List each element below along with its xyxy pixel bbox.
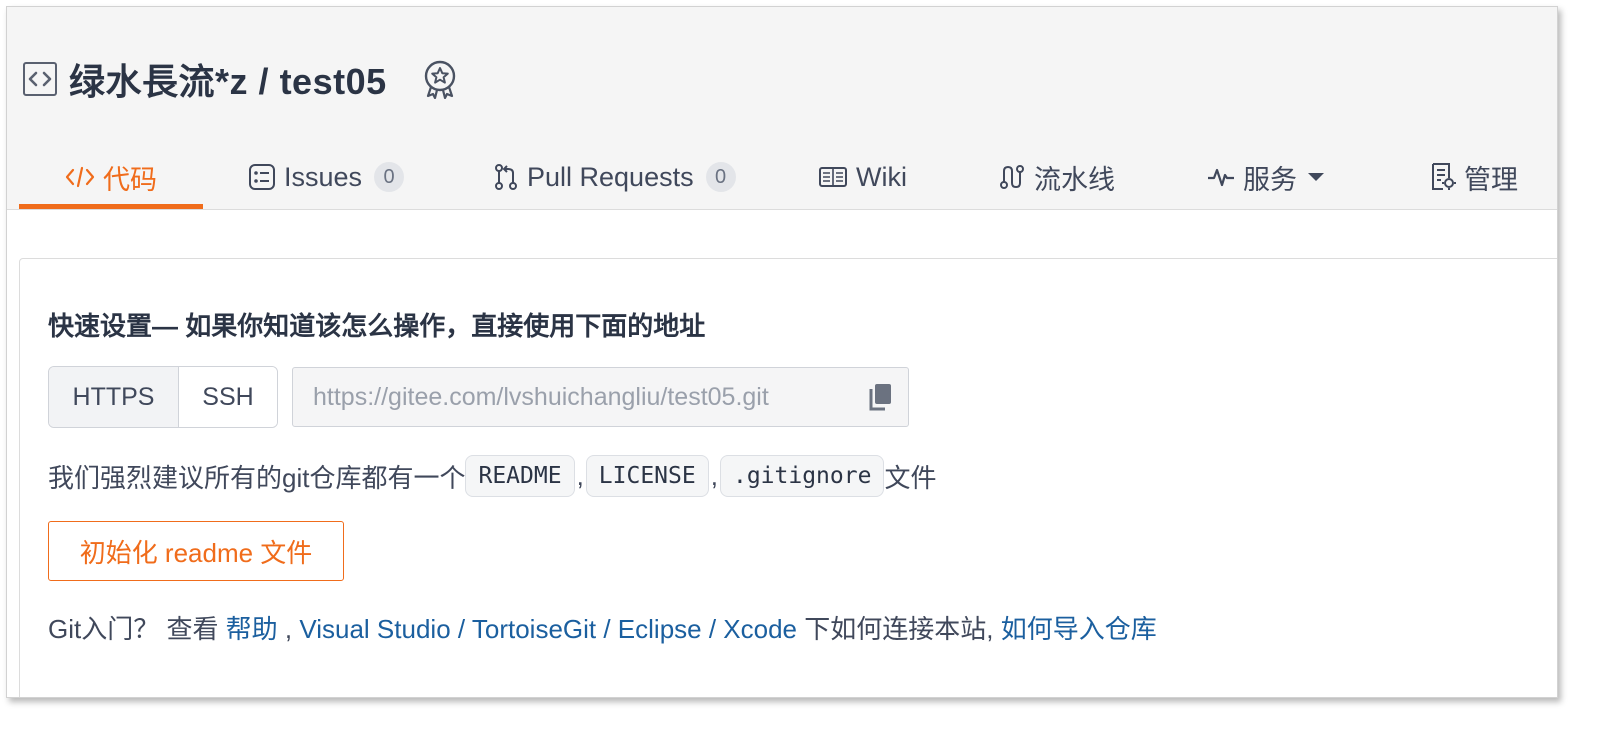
- quick-setup-panel: 快速设置— 如果你知道该怎么操作，直接使用下面的地址 HTTPS SSH htt…: [19, 258, 1557, 697]
- repo-page: 绿水長流*z / test05 代码 Issues 0 Pull Request…: [6, 6, 1558, 698]
- slash-separator: /: [596, 614, 618, 644]
- repo-title: 绿水長流*z / test05: [23, 55, 459, 103]
- repo-separator: /: [258, 61, 270, 102]
- caret-down-icon: [1305, 170, 1327, 184]
- repo-owner[interactable]: 绿水長流*z: [69, 61, 248, 102]
- tab-manage-label: 管理: [1464, 164, 1518, 195]
- comma-separator: ,: [576, 460, 584, 491]
- https-button[interactable]: HTTPS: [49, 367, 179, 427]
- tab-code-label: 代码: [103, 164, 157, 195]
- clone-url-field[interactable]: https://gitee.com/lvshuichangliu/test05.…: [292, 367, 909, 427]
- pipeline-icon: [998, 163, 1026, 191]
- tab-services[interactable]: 服务: [1207, 147, 1327, 207]
- repo-name-text[interactable]: test05: [280, 61, 387, 102]
- readme-chip: README: [465, 455, 575, 497]
- comma-separator: ,: [710, 460, 718, 491]
- code-tab-icon: [65, 165, 95, 189]
- tab-pipeline-label: 流水线: [1034, 164, 1115, 195]
- tab-issues[interactable]: Issues 0: [248, 147, 405, 207]
- tab-pull-requests[interactable]: Pull Requests 0: [493, 147, 736, 207]
- help-link[interactable]: 帮助: [226, 614, 278, 644]
- issues-icon: [248, 163, 276, 191]
- repo-name[interactable]: 绿水長流*z / test05: [69, 53, 387, 105]
- issues-count-badge: 0: [374, 162, 405, 192]
- init-readme-button[interactable]: 初始化 readme 文件: [48, 521, 344, 581]
- tab-pull-requests-label: Pull Requests: [527, 161, 694, 192]
- pull-request-icon: [493, 163, 519, 191]
- recommend-prefix: 我们强烈建议所有的git仓库都有一个: [48, 462, 466, 493]
- recommend-suffix: 文件: [884, 462, 937, 493]
- ssh-button[interactable]: SSH: [179, 367, 277, 427]
- award-badge-icon[interactable]: [421, 59, 459, 99]
- active-tab-indicator: [19, 204, 203, 209]
- gitignore-chip: .gitignore: [719, 455, 885, 497]
- tab-code[interactable]: 代码: [65, 147, 157, 207]
- help-prefix: Git入门？ 查看: [48, 614, 226, 644]
- help-separator: ,: [277, 614, 300, 644]
- eclipse-link[interactable]: Eclipse: [618, 614, 702, 644]
- git-help-line: Git入门？ 查看 帮助 , Visual Studio / TortoiseG…: [48, 609, 1157, 646]
- tab-manage[interactable]: 管理: [1430, 147, 1518, 207]
- tab-issues-label: Issues: [284, 161, 363, 192]
- manage-doc-icon: [1430, 162, 1456, 192]
- quick-setup-title: 快速设置— 如果你知道该怎么操作，直接使用下面的地址: [48, 311, 706, 341]
- import-repo-link[interactable]: 如何导入仓库: [1001, 614, 1157, 644]
- tortoisegit-link[interactable]: TortoiseGit: [472, 614, 596, 644]
- visual-studio-link[interactable]: Visual Studio: [299, 614, 450, 644]
- slash-separator: /: [701, 614, 724, 644]
- xcode-link[interactable]: Xcode: [723, 614, 797, 644]
- tab-pipeline[interactable]: 流水线: [998, 147, 1115, 207]
- license-chip: LICENSE: [585, 455, 709, 497]
- copy-icon[interactable]: [852, 382, 908, 412]
- tab-wiki[interactable]: Wiki: [818, 147, 907, 207]
- repo-tabs: 代码 Issues 0 Pull Requests 0 Wiki 流水线 服务 …: [19, 147, 1557, 209]
- repo-code-icon: [23, 62, 57, 96]
- tab-services-label: 服务: [1243, 164, 1297, 195]
- tab-wiki-label: Wiki: [856, 161, 907, 192]
- clone-url-text[interactable]: https://gitee.com/lvshuichangliu/test05.…: [313, 383, 852, 412]
- help-middle-text: 下如何连接本站,: [797, 614, 1001, 644]
- wiki-book-icon: [818, 165, 848, 189]
- recommend-files-text: 我们强烈建议所有的git仓库都有一个 README , LICENSE , .g…: [48, 453, 936, 499]
- protocol-toggle: HTTPS SSH: [48, 366, 278, 428]
- pull-requests-count-badge: 0: [705, 162, 736, 192]
- slash-separator: /: [450, 614, 472, 644]
- pulse-icon: [1207, 165, 1235, 189]
